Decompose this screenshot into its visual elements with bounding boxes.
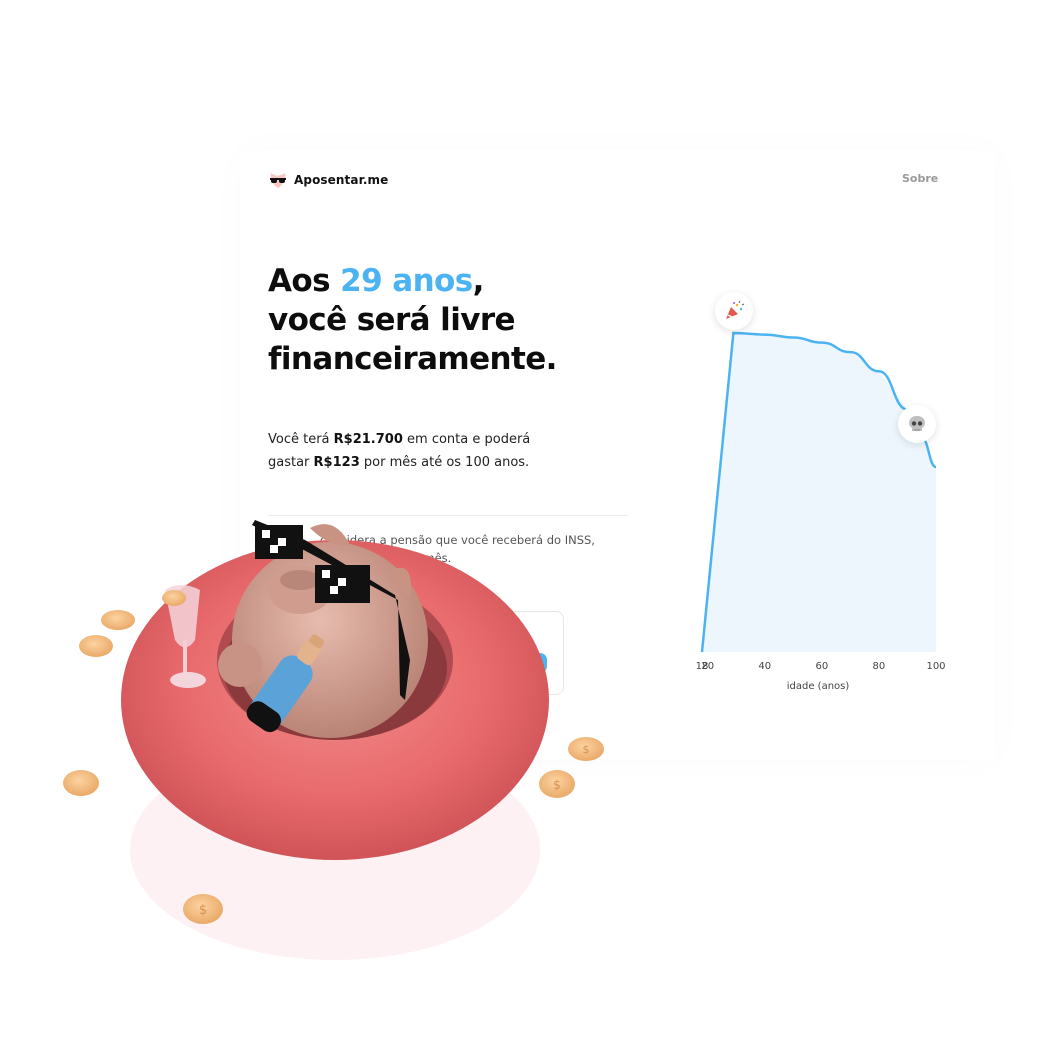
sunglasses-logo-icon [270, 173, 286, 188]
headline-line3: financeiramente. [268, 341, 557, 377]
x-axis-title: idade (anos) [786, 681, 850, 692]
summary-part: gastar [268, 455, 314, 470]
retirement-marker[interactable] [715, 292, 753, 330]
summary-part: Você terá [268, 432, 334, 447]
svg-text:$: $ [583, 743, 590, 756]
headline-line2: você será livre [268, 302, 516, 338]
headline-age: 29 anos [340, 263, 473, 299]
x-tick-label: 20 [701, 661, 715, 672]
x-tick-label: 80 [872, 661, 886, 672]
summary-part: por mês até os 100 anos. [359, 455, 530, 470]
headline-prefix: Aos [268, 263, 341, 299]
summary-text: Você terá R$21.700 em conta e poderá gas… [268, 428, 588, 474]
svg-text:$: $ [199, 903, 207, 918]
balance-amount: R$21.700 [333, 432, 403, 447]
series-area [702, 333, 936, 652]
monthly-amount: R$123 [313, 455, 360, 470]
x-tick-label: 40 [758, 661, 772, 672]
headline: Aos 29 anos, você será livre financeiram… [268, 262, 648, 379]
x-tick-label: 60 [815, 661, 829, 672]
skull-icon [909, 416, 925, 431]
summary-part: em conta e poderá [402, 432, 531, 447]
x-tick-label: 100 [926, 661, 946, 672]
brand[interactable]: Aposentar.me [268, 170, 388, 190]
about-link[interactable]: Sobre [902, 172, 938, 185]
brand-name: Aposentar.me [294, 173, 389, 187]
end-of-life-marker[interactable] [898, 405, 936, 443]
piggy-bank-pool-float-illustration: $ $ $ [63, 520, 604, 960]
svg-text:$: $ [553, 778, 561, 792]
party-popper-icon [726, 300, 745, 319]
headline-comma: , [472, 263, 485, 299]
wealth-chart [700, 331, 937, 653]
